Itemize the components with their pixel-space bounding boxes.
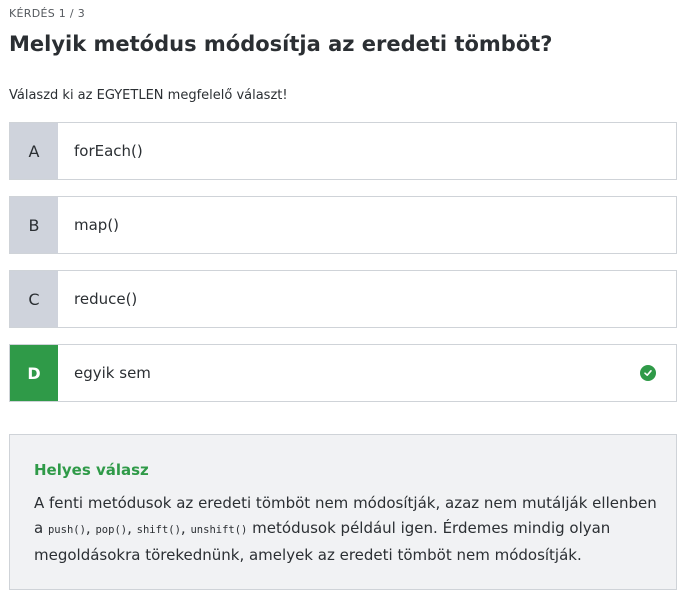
option-letter: B xyxy=(10,197,58,253)
feedback-panel: Helyes válasz A fenti metódusok az erede… xyxy=(9,434,677,590)
question-title: Melyik metódus módosítja az eredeti tömb… xyxy=(9,32,553,56)
instruction-text: Válaszd ki az EGYETLEN megfelelő választ… xyxy=(9,88,288,103)
question-counter: KÉRDÉS 1 / 3 xyxy=(9,7,86,20)
option-b[interactable]: B map() xyxy=(9,196,677,254)
option-a[interactable]: A forEach() xyxy=(9,122,677,180)
option-letter: C xyxy=(10,271,58,327)
separator: , xyxy=(180,519,186,537)
option-text: reduce() xyxy=(74,290,138,308)
option-c[interactable]: C reduce() xyxy=(9,270,677,328)
code-push: push() xyxy=(47,524,86,536)
separator: , xyxy=(85,519,91,537)
option-d[interactable]: D egyik sem xyxy=(9,344,677,402)
feedback-title: Helyes válasz xyxy=(34,461,149,479)
code-pop: pop() xyxy=(95,524,128,536)
separator: , xyxy=(127,519,132,537)
option-text: map() xyxy=(74,216,120,234)
option-text: forEach() xyxy=(74,142,143,160)
code-shift: shift() xyxy=(136,524,181,536)
code-unshift: unshift() xyxy=(190,524,248,536)
check-circle-icon xyxy=(640,365,656,381)
option-letter: A xyxy=(10,123,58,179)
feedback-body: A fenti metódusok az eredeti tömböt nem … xyxy=(34,491,664,568)
option-text: egyik sem xyxy=(74,364,151,382)
option-letter: D xyxy=(10,345,58,401)
